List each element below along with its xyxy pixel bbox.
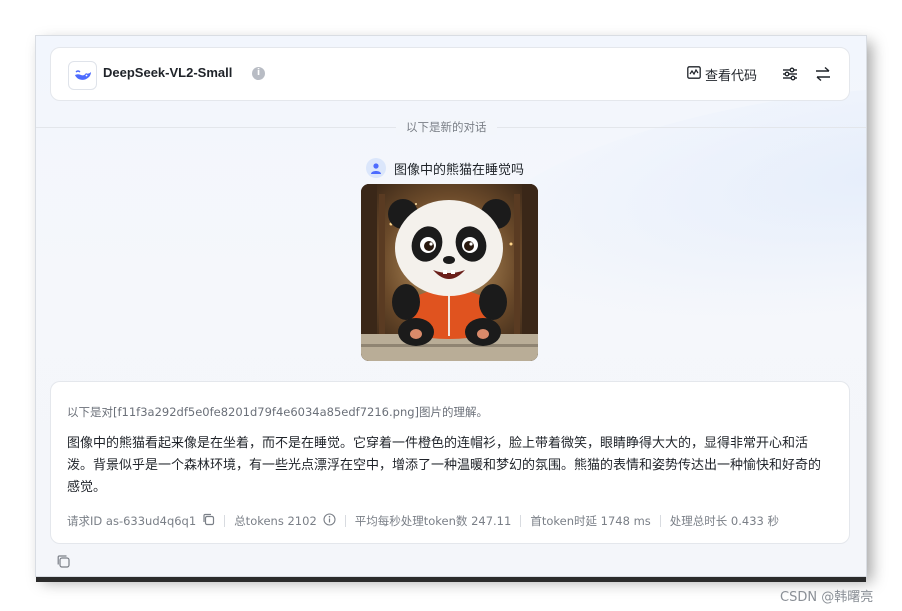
- swap-icon[interactable]: [814, 65, 832, 83]
- app-window: DeepSeek-VL2-Small i 查看代码 以下是新的对话 图像中的熊猫…: [36, 36, 866, 576]
- total-time: 处理总时长 0.433 秒: [669, 514, 779, 528]
- user-avatar-icon: [366, 158, 386, 178]
- info-icon[interactable]: i: [252, 67, 265, 80]
- info-circle-icon[interactable]: [323, 513, 336, 529]
- deepseek-whale-logo-icon: [68, 61, 97, 90]
- new-conversation-divider: 以下是新的对话: [396, 119, 497, 135]
- meta-separator: [224, 515, 226, 527]
- meta-separator: [659, 515, 661, 527]
- sliders-icon[interactable]: [781, 65, 799, 83]
- reply-body: 图像中的熊猫看起来像是在坐着，而不是在睡觉。它穿着一件橙色的连帽衫，脸上带着微笑…: [67, 436, 822, 495]
- view-code-label: 查看代码: [705, 68, 758, 84]
- user-message-text: 图像中的熊猫在睡觉吗: [394, 162, 525, 178]
- model-header: DeepSeek-VL2-Small i 查看代码: [50, 47, 850, 101]
- watermark: CSDN @韩曙亮: [780, 590, 874, 605]
- code-icon: [687, 65, 701, 83]
- reply-meta: 请求ID as-633ud4q6q1 总tokens 2102 平均每秒处理to…: [67, 513, 779, 529]
- view-code-button[interactable]: 查看代码: [687, 64, 757, 84]
- copy-conversation-icon[interactable]: [56, 554, 72, 570]
- meta-separator: [344, 515, 346, 527]
- user-message: 图像中的熊猫在睡觉吗: [366, 158, 524, 178]
- first-token-latency: 首token时延 1748 ms: [530, 514, 651, 528]
- copy-icon[interactable]: [202, 513, 215, 529]
- panda-image[interactable]: [361, 184, 538, 361]
- meta-separator: [520, 515, 522, 527]
- reply-header: 以下是对[f11f3a292df5e0fe8201d79f4e6034a85ed…: [67, 405, 489, 419]
- total-tokens: 总tokens 2102: [234, 514, 317, 528]
- avg-speed: 平均每秒处理token数 247.11: [354, 514, 512, 528]
- model-name: DeepSeek-VL2-Small: [103, 65, 233, 80]
- assistant-reply-card: 以下是对[f11f3a292df5e0fe8201d79f4e6034a85ed…: [50, 381, 850, 544]
- request-id: 请求ID as-633ud4q6q1: [67, 514, 197, 528]
